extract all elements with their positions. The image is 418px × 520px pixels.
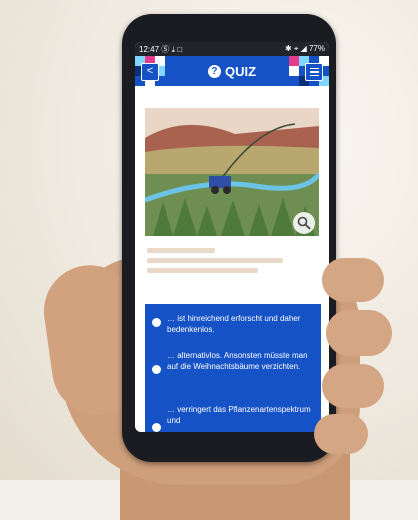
answer-list: … ist hinreichend erforscht und daher be… <box>145 304 321 432</box>
answer-option[interactable]: … verringert das Pflanzenartenspektrum u… <box>167 404 315 426</box>
battery-level: 77% <box>308 44 325 53</box>
finger <box>326 310 392 356</box>
question-icon: ? <box>207 64 221 78</box>
finger <box>314 414 368 454</box>
zoom-icon[interactable] <box>293 212 315 234</box>
radio-icon[interactable] <box>152 318 161 327</box>
photo-caption <box>147 248 317 288</box>
status-left: 12:47 Ⓢ ⤓ □ <box>139 44 182 55</box>
finger <box>322 258 384 302</box>
app-bar: < ? QUIZ <box>135 56 329 86</box>
radio-icon[interactable] <box>152 423 161 432</box>
page-title: ? QUIZ <box>207 63 257 79</box>
forest-photo <box>145 108 319 236</box>
status-right-icons: ✱ ⌖ ◢ <box>284 44 307 53</box>
status-left-icons: Ⓢ ⤓ □ <box>161 44 183 54</box>
question-photo[interactable] <box>145 108 319 236</box>
phone-screen: 12:47 Ⓢ ⤓ □ ✱ ⌖ ◢ 77% < ? QUIZ … ist hin… <box>135 42 329 432</box>
caption-line <box>147 248 215 253</box>
status-bar: 12:47 Ⓢ ⤓ □ ✱ ⌖ ◢ 77% <box>135 42 329 56</box>
finger <box>322 364 384 408</box>
caption-line <box>147 268 258 273</box>
status-time: 12:47 <box>139 44 160 54</box>
menu-icon[interactable] <box>305 63 323 81</box>
answer-option[interactable]: … alternativlos. Ansonsten müsste man au… <box>167 350 315 372</box>
back-arrow-icon[interactable]: < <box>141 63 159 81</box>
answer-option[interactable]: … ist hinreichend erforscht und daher be… <box>167 313 315 335</box>
magnifier-glyph <box>297 216 311 230</box>
page-title-label: QUIZ <box>224 63 257 79</box>
radio-icon[interactable] <box>152 365 161 374</box>
status-right: ✱ ⌖ ◢ 77% <box>285 44 325 54</box>
caption-line <box>147 258 283 263</box>
